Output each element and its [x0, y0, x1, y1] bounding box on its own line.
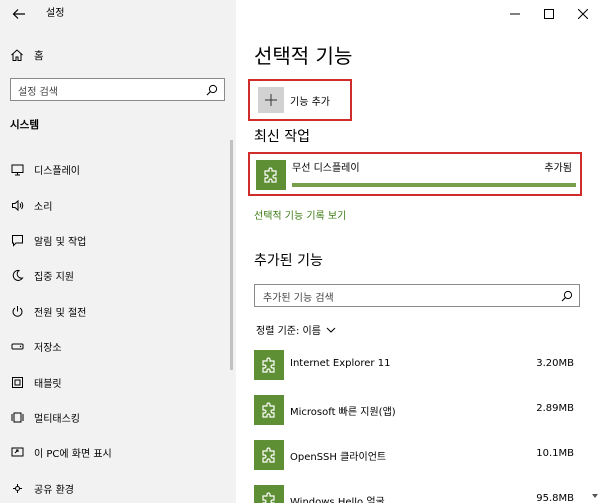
feature-tile [254, 440, 284, 470]
sidebar-nav: 디스플레이 소리 알림 및 작업 집중 지원 전원 및 절전 저장소 태블릿 멀… [0, 152, 236, 503]
sidebar-item-project[interactable]: 이 PC에 화면 표시 [0, 435, 236, 470]
sidebar-item-label: 이 PC에 화면 표시 [34, 449, 112, 461]
search-icon[interactable] [206, 84, 218, 96]
maximize-button[interactable] [532, 0, 566, 28]
sidebar-item-label: 소리 [34, 201, 53, 213]
plus-icon [265, 94, 277, 106]
sidebar-section-title: 시스템 [10, 119, 39, 131]
settings-search-placeholder: 설정 검색 [18, 87, 58, 98]
multitask-icon [11, 412, 24, 423]
feature-tile [254, 350, 284, 380]
moon-icon [12, 270, 24, 282]
app-title: 설정 [46, 8, 65, 19]
add-feature-button[interactable]: 기능 추가 [248, 79, 352, 121]
sidebar-item-label: 저장소 [34, 343, 62, 355]
feature-size: 10.1MB [536, 448, 574, 459]
recent-item[interactable]: 무선 디스플레이 추가됨 [248, 152, 582, 196]
sidebar-item-label: 디스플레이 [34, 166, 80, 178]
home-label: 홈 [34, 49, 44, 62]
drive-icon [11, 343, 24, 350]
back-button[interactable] [8, 4, 30, 24]
sort-dropdown[interactable]: 정렬 기준: 이름 [256, 322, 336, 337]
speaker-icon [12, 199, 24, 211]
sidebar-item-tablet[interactable]: 태블릿 [0, 364, 236, 399]
recent-actions-title: 최신 작업 [254, 129, 310, 145]
maximize-icon [544, 9, 554, 19]
minimize-icon [510, 13, 520, 15]
sidebar-item-multitasking[interactable]: 멀티태스킹 [0, 400, 236, 435]
power-icon [12, 305, 23, 317]
sidebar-item-label: 공유 환경 [34, 484, 74, 496]
search-icon[interactable] [561, 290, 573, 302]
window-controls [498, 0, 600, 28]
sidebar-item-shared-experiences[interactable]: 공유 환경 [0, 471, 236, 503]
add-feature-label: 기능 추가 [290, 96, 330, 108]
sidebar-item-label: 집중 지원 [34, 272, 74, 284]
puzzle-icon [262, 492, 275, 503]
recent-item-status: 추가됨 [544, 163, 572, 174]
sidebar-item-sound[interactable]: 소리 [0, 187, 236, 222]
sort-label: 정렬 기준: 이름 [256, 326, 321, 337]
sidebar-item-notifications[interactable]: 알림 및 작업 [0, 223, 236, 258]
installed-search-placeholder: 추가된 기능 검색 [263, 293, 334, 304]
puzzle-icon [262, 402, 275, 418]
message-icon [12, 234, 23, 247]
list-item[interactable]: Windows Hello 얼굴 95.8MB [254, 483, 584, 503]
sidebar-item-display[interactable]: 디스플레이 [0, 152, 236, 187]
sidebar-home[interactable]: 홈 [10, 44, 44, 66]
main-scrollbar[interactable] [591, 30, 599, 500]
puzzle-icon [262, 447, 275, 463]
sidebar-item-label: 알림 및 작업 [34, 236, 87, 248]
feature-tile [256, 160, 286, 190]
project-icon [11, 447, 24, 457]
sidebar-item-storage[interactable]: 저장소 [0, 329, 236, 364]
arrow-left-icon [12, 9, 25, 19]
feature-name: OpenSSH 클라이언트 [290, 452, 387, 463]
monitor-icon [11, 164, 24, 176]
list-item[interactable]: Microsoft 빠른 지원(앱) 2.89MB [254, 393, 584, 438]
feature-size: 2.89MB [536, 403, 574, 414]
puzzle-icon [262, 357, 275, 373]
sidebar-item-focus-assist[interactable]: 집중 지원 [0, 258, 236, 293]
feature-name: Microsoft 빠른 지원(앱) [290, 407, 396, 418]
minimize-button[interactable] [498, 0, 532, 28]
installed-features-search-input[interactable]: 추가된 기능 검색 [254, 284, 580, 307]
page-title: 선택적 기능 [254, 44, 353, 68]
installed-features-title: 추가된 기능 [254, 253, 323, 269]
tablet-icon [12, 376, 23, 388]
main-pane: 선택적 기능 기능 추가 최신 작업 무선 디스플레이 추가됨 선택적 기능 기… [236, 0, 600, 503]
feature-tile [254, 485, 284, 503]
sidebar-item-label: 전원 및 절전 [34, 307, 87, 319]
close-icon [578, 9, 588, 19]
titlebar-left: 설정 [0, 0, 236, 30]
close-button[interactable] [566, 0, 600, 28]
sidebar: 설정 홈 설정 검색 시스템 디스플레이 소리 알림 및 작업 집중 지원 전원… [0, 0, 236, 503]
sidebar-item-label: 멀티태스킹 [34, 413, 80, 425]
chevron-down-icon [326, 327, 336, 333]
progress-bar [292, 183, 576, 187]
feature-history-link[interactable]: 선택적 기능 기록 보기 [254, 207, 346, 222]
progress-bar-fill [292, 183, 576, 187]
sidebar-item-power[interactable]: 전원 및 절전 [0, 294, 236, 329]
settings-search-input[interactable]: 설정 검색 [10, 78, 225, 101]
feature-name: Internet Explorer 11 [290, 358, 391, 369]
scroll-down-arrow-icon[interactable] [591, 492, 599, 500]
installed-features-list: Internet Explorer 11 3.20MB Microsoft 빠른… [254, 348, 584, 503]
plus-tile [258, 87, 284, 113]
feature-size: 95.8MB [536, 493, 574, 503]
recent-item-name: 무선 디스플레이 [292, 163, 360, 174]
feature-size: 3.20MB [536, 358, 574, 369]
list-item[interactable]: Internet Explorer 11 3.20MB [254, 348, 584, 393]
feature-tile [254, 395, 284, 425]
sidebar-scrollbar[interactable] [230, 140, 233, 370]
home-icon [11, 49, 23, 61]
feature-name: Windows Hello 얼굴 [290, 497, 385, 503]
share-icon [13, 483, 22, 493]
sidebar-item-label: 태블릿 [34, 378, 62, 390]
list-item[interactable]: OpenSSH 클라이언트 10.1MB [254, 438, 584, 483]
puzzle-icon [264, 167, 277, 183]
